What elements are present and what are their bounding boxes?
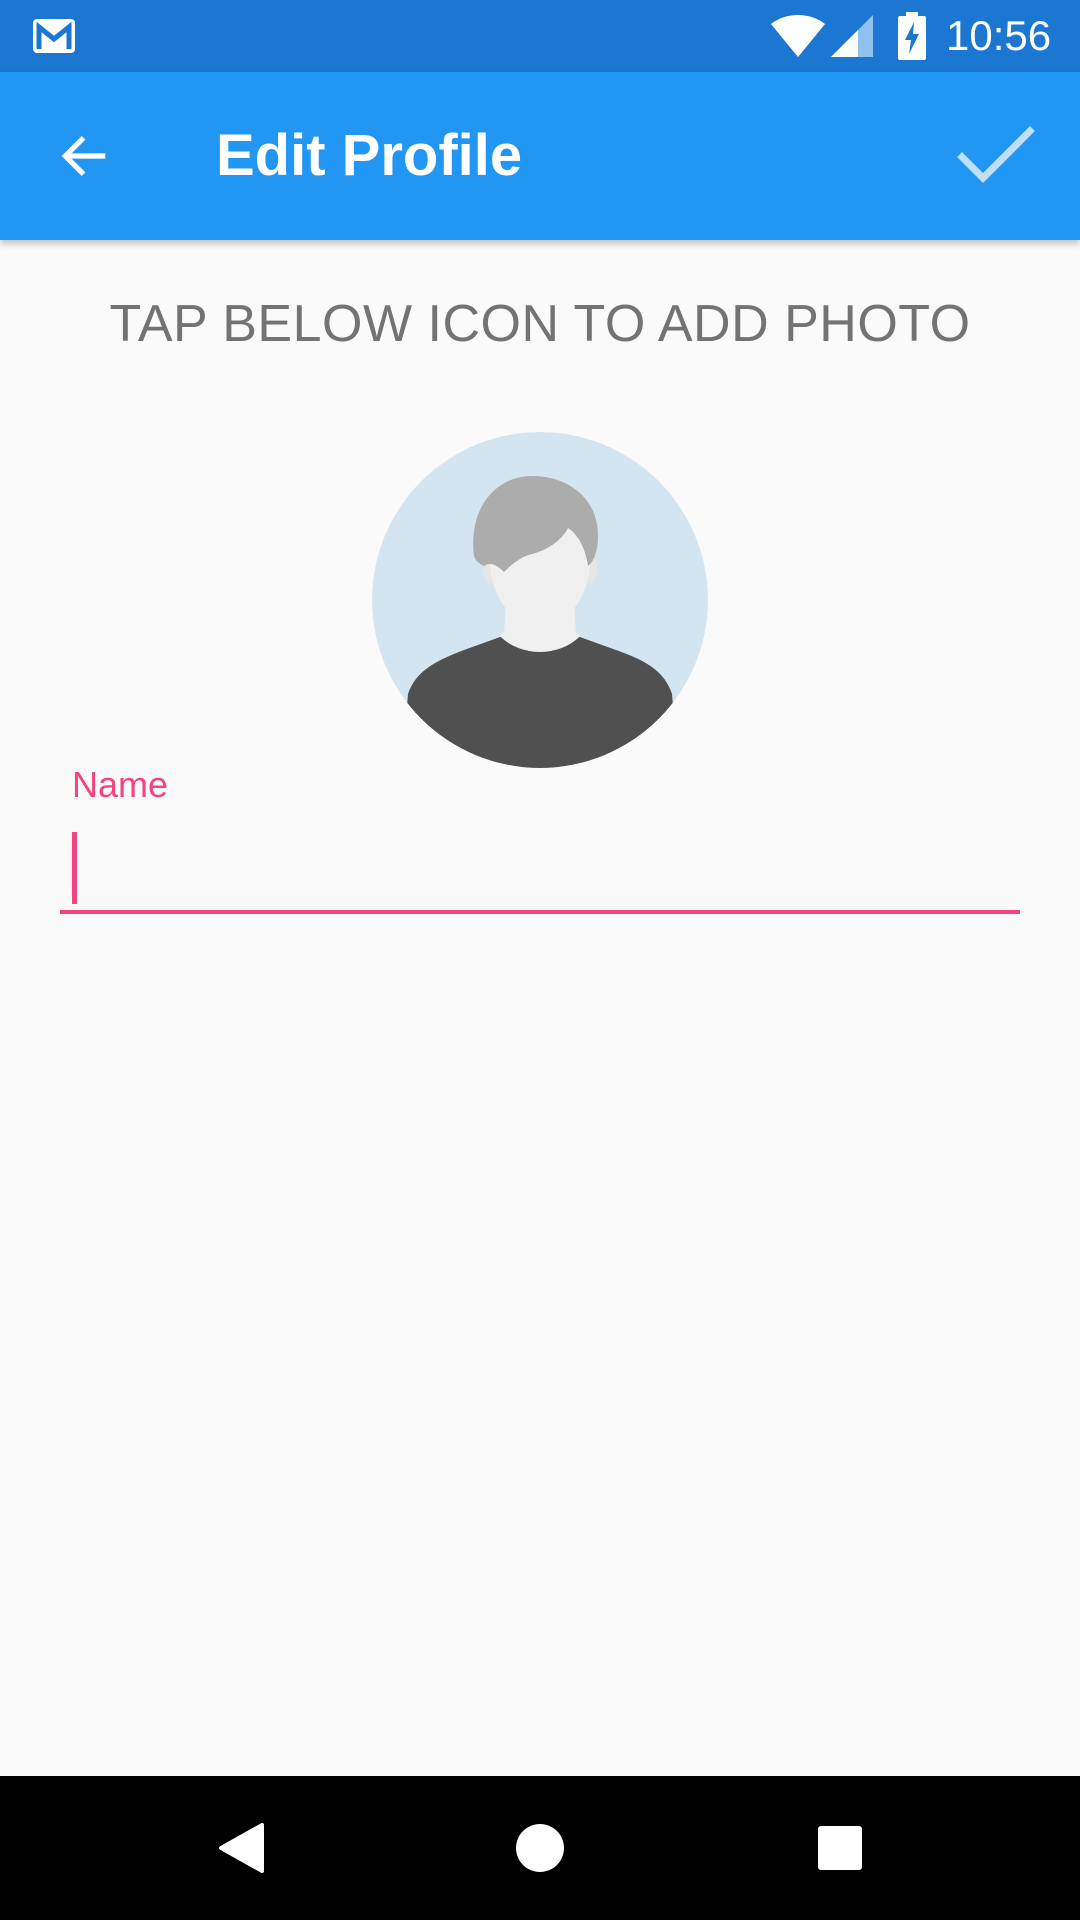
signal-icon — [831, 15, 873, 57]
text-cursor — [72, 832, 77, 904]
status-bar: 10:56 — [0, 0, 1080, 72]
nav-back-button[interactable] — [206, 1812, 278, 1884]
name-input[interactable] — [60, 822, 1020, 914]
status-clock: 10:56 — [946, 12, 1052, 59]
save-button[interactable] — [946, 108, 1046, 204]
nav-home-button[interactable] — [504, 1812, 576, 1884]
app-bar: Edit Profile — [0, 72, 1080, 240]
navigation-bar — [0, 1776, 1080, 1920]
checkmark-icon — [957, 126, 1035, 183]
nav-recents-icon — [818, 1826, 862, 1870]
profile-photo-button[interactable] — [372, 432, 708, 768]
screen: 10:56 Edit Profile TAP BELOW ICON TO ADD… — [0, 0, 1080, 1920]
add-photo-hint: TAP BELOW ICON TO ADD PHOTO — [109, 295, 971, 353]
page-title: Edit Profile — [216, 123, 523, 188]
gmail-icon — [33, 19, 75, 53]
nav-home-icon — [516, 1824, 564, 1872]
wifi-icon — [771, 15, 825, 57]
battery-charging-icon — [898, 12, 926, 60]
name-field-label: Name — [72, 764, 169, 805]
nav-back-icon — [219, 1823, 264, 1873]
back-button[interactable] — [36, 108, 132, 204]
default-avatar-icon — [372, 432, 708, 768]
nav-recents-button[interactable] — [804, 1812, 876, 1884]
arrow-left-icon — [61, 135, 106, 177]
